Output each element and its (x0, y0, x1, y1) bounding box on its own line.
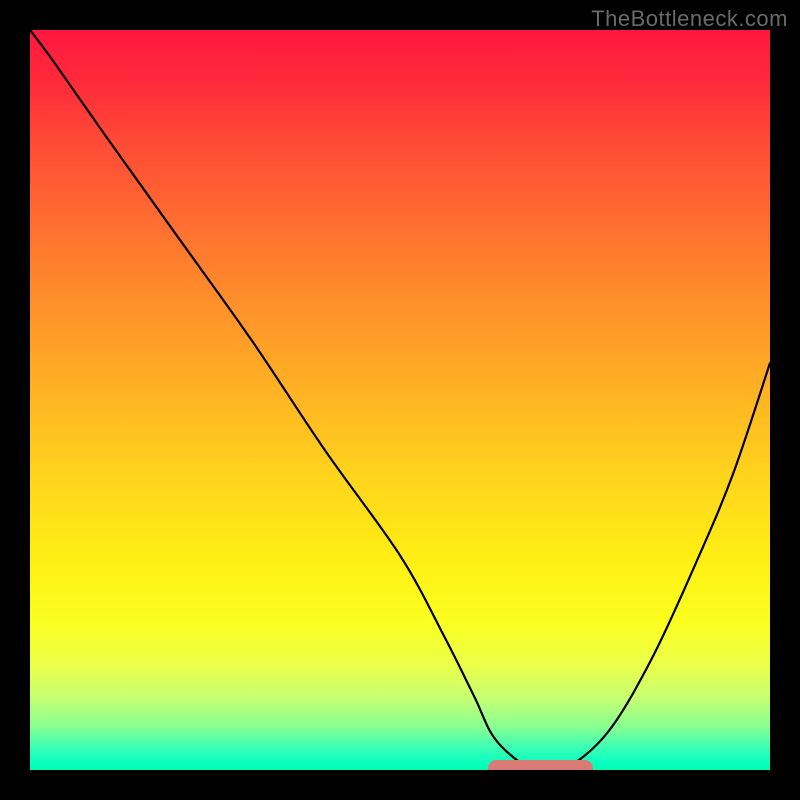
watermark-text: TheBottleneck.com (591, 6, 788, 32)
curve-path (30, 30, 770, 770)
bottleneck-curve (30, 30, 770, 770)
plot-area (30, 30, 770, 770)
optimal-range-marker (488, 760, 593, 770)
chart-frame: TheBottleneck.com (0, 0, 800, 800)
